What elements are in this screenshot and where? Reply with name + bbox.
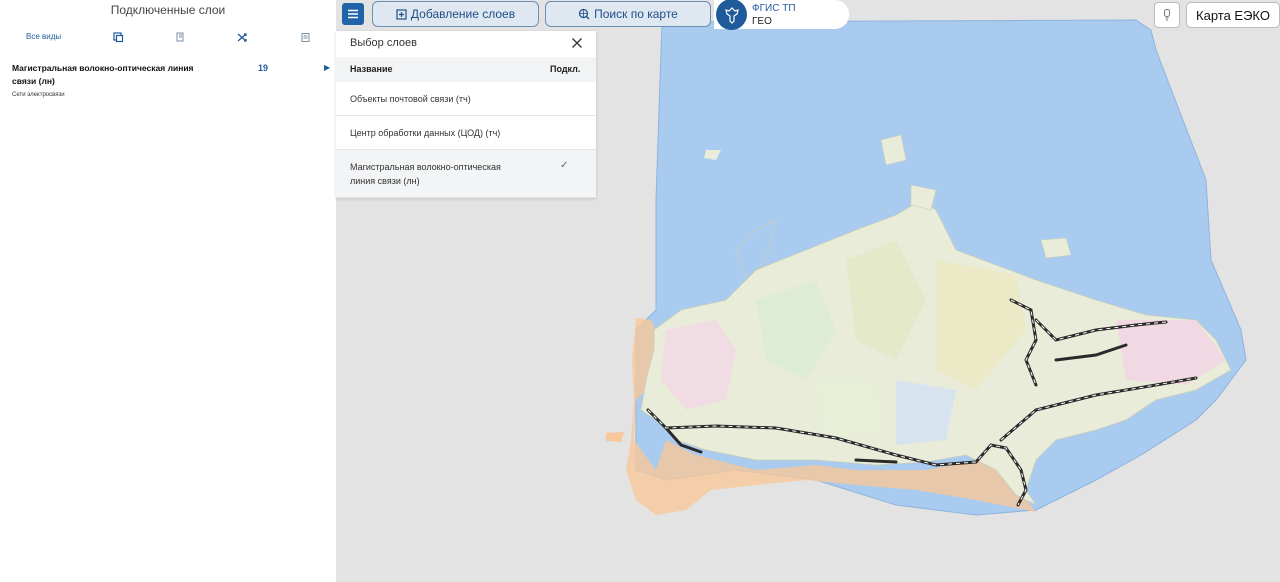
region-patch bbox=[816, 380, 881, 440]
picker-row-label: Объекты почтовой связи (тч) bbox=[350, 94, 471, 104]
picker-row-label: Магистральная волокно-оптическая линия с… bbox=[350, 162, 501, 186]
app-logo: ФГИС ТП ГЕО bbox=[714, 0, 849, 30]
layers-stack-icon[interactable] bbox=[173, 30, 187, 44]
logo-text-line1: ФГИС ТП bbox=[752, 3, 796, 14]
connected-check-icon[interactable]: ✓ bbox=[560, 160, 568, 171]
picker-row[interactable]: Магистральная волокно-оптическая линия с… bbox=[336, 150, 596, 198]
picker-title: Выбор слоев bbox=[350, 37, 417, 49]
plus-box-icon bbox=[396, 8, 407, 20]
layer-picker-popup: Выбор слоев Название Подкл. Объекты почт… bbox=[336, 31, 596, 198]
island bbox=[606, 432, 624, 442]
island bbox=[1040, 237, 1072, 259]
layer-item[interactable]: Магистральная волокно-оптическая линия с… bbox=[12, 62, 336, 102]
view-tabs: Все виды bbox=[0, 30, 336, 46]
column-connected-header: Подкл. bbox=[550, 64, 581, 74]
connected-layers-panel: Подключенные слои Все виды Магистральная… bbox=[0, 0, 336, 582]
fiber-line bbox=[854, 458, 898, 464]
add-layers-label: Добавление слоев bbox=[410, 7, 516, 21]
picker-row[interactable]: Объекты почтовой связи (тч) bbox=[336, 82, 596, 116]
map-name-button[interactable]: Карта ЕЭКО bbox=[1186, 2, 1280, 28]
eagle-emblem-icon bbox=[716, 0, 747, 30]
app-root: Подключенные слои Все виды Магистральная… bbox=[0, 0, 1280, 582]
layer-category: Сети электросвязи bbox=[12, 92, 65, 98]
close-icon[interactable] bbox=[571, 36, 583, 48]
add-layers-button[interactable]: Добавление слоев bbox=[372, 1, 539, 27]
picker-row[interactable]: Центр обработки данных (ЦОД) (тч) bbox=[336, 116, 596, 150]
logo-text-line2: ГЕО bbox=[752, 16, 772, 27]
layer-object-count: 19 bbox=[258, 63, 269, 73]
column-name-header: Название bbox=[350, 64, 393, 74]
tools-button[interactable] bbox=[1154, 2, 1180, 28]
menu-button[interactable] bbox=[342, 3, 364, 25]
picker-header: Название Подкл. bbox=[336, 57, 596, 82]
list-view-icon[interactable] bbox=[298, 30, 312, 44]
copy-icon[interactable] bbox=[111, 30, 125, 44]
hamburger-icon bbox=[348, 9, 358, 19]
layer-name: Магистральная волокно-оптическая линия с… bbox=[12, 63, 194, 86]
map-search-button[interactable]: Поиск по карте bbox=[545, 1, 711, 27]
map-search-label: Поиск по карте bbox=[594, 7, 678, 21]
tab-all-views[interactable]: Все виды bbox=[26, 32, 61, 41]
shuffle-icon[interactable] bbox=[235, 30, 249, 44]
panel-title: Подключенные слои bbox=[110, 3, 226, 17]
picker-row-label: Центр обработки данных (ЦОД) (тч) bbox=[350, 128, 501, 138]
bulb-icon bbox=[1164, 9, 1170, 21]
expand-arrow-icon[interactable]: ▶ bbox=[324, 63, 330, 72]
globe-search-icon bbox=[579, 8, 590, 20]
